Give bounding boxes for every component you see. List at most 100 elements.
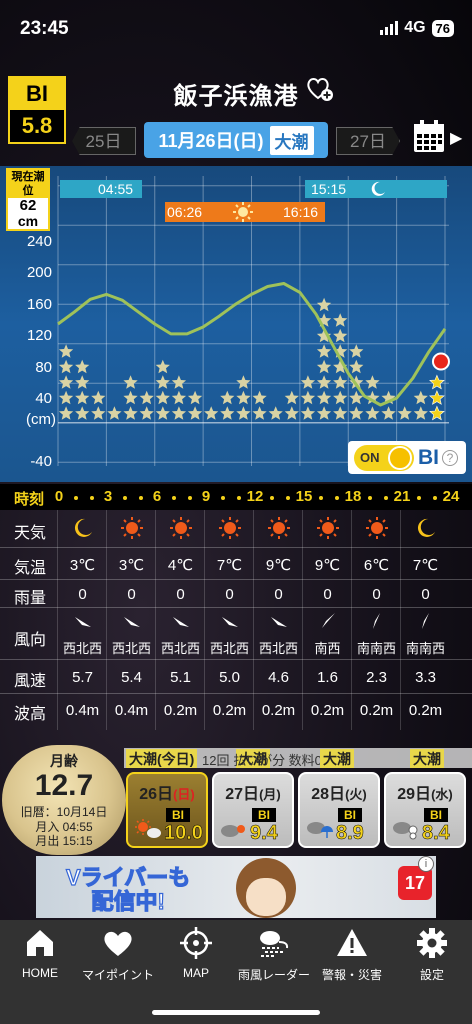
temperature-cell: 9℃	[314, 557, 341, 574]
status-time: 23:45	[20, 18, 69, 39]
bi-star	[316, 344, 332, 358]
bi-star	[349, 406, 364, 420]
bi-star	[236, 375, 251, 389]
crosshair-icon	[180, 927, 212, 959]
tab-label: 設定	[419, 968, 444, 982]
bi-star	[155, 390, 170, 405]
wind-speed-cell: 2.3	[366, 669, 387, 686]
ad-text: Vライバーも 配信中!	[65, 865, 191, 914]
prev-date-button[interactable]: 25日	[72, 127, 136, 155]
rain-cell: 0	[225, 586, 234, 603]
current-tide-indicator: 現在潮位 62 cm	[6, 168, 50, 231]
day-card[interactable]: 29日(水) BI 8.4	[384, 772, 466, 848]
rain-cell: 0	[274, 586, 283, 603]
tab-warning[interactable]: 警報・災害	[312, 926, 392, 983]
bi-star	[429, 374, 445, 390]
tab-map[interactable]: MAP	[156, 926, 236, 980]
home-indicator	[152, 1010, 320, 1015]
battery-icon: 76	[431, 19, 454, 37]
rain-label: 雨量	[14, 590, 47, 607]
y-tick-label: 240	[26, 233, 52, 250]
rain-cell: 0	[78, 586, 87, 603]
bi-star	[333, 375, 348, 389]
day-card-date: 28日(火)	[311, 786, 367, 803]
day-card-today[interactable]: 26日(日) BI 10.0	[126, 772, 208, 848]
ad-banner[interactable]: Vライバーも 配信中! 17	[36, 856, 436, 918]
arrow-icon	[322, 613, 335, 628]
wind-speed-row: 風速 5.7 5.4 5.1 5.0 4.6 1.6 2.3 3.3	[0, 660, 472, 694]
wind-speed-label: 風速	[14, 673, 47, 690]
news-ticker[interactable]: 大潮(今日) 大潮 12回 払いが分 数料0 大潮 大潮	[124, 748, 472, 768]
wave-cell: 0.4m	[114, 702, 149, 719]
bi-toggle-switch[interactable]: ON	[354, 444, 414, 471]
date-navigator: 25日 11月26日(日) 大潮 27日	[0, 122, 472, 158]
bi-star	[171, 406, 187, 420]
sun-icon	[205, 516, 254, 544]
day-card[interactable]: 27日(月) BI 9.4	[212, 772, 294, 848]
day-card-date: 27日(月)	[225, 786, 281, 803]
day-card[interactable]: 28日(火) BI 8.9	[298, 772, 380, 848]
bi-star	[58, 359, 74, 374]
home-icon	[27, 930, 53, 956]
wind-speed-cell: 3.3	[415, 669, 436, 686]
bi-toggle[interactable]: ON BI ?	[348, 441, 466, 474]
wind-direction-cell: 南南西	[405, 641, 445, 656]
moon-bar: 04:55	[60, 180, 142, 198]
bi-star	[155, 359, 170, 374]
bi-star	[397, 406, 412, 420]
wind-speed-cell: 5.7	[72, 669, 93, 686]
tab-mypoint[interactable]: マイポイント	[78, 926, 158, 983]
calendar-icon[interactable]	[413, 120, 445, 154]
heart-plus-icon[interactable]	[305, 74, 335, 104]
tab-home[interactable]: HOME	[0, 926, 80, 980]
bi-star	[187, 406, 203, 420]
wind-speed-cell: 5.4	[121, 669, 142, 686]
tab-radar[interactable]: 雨風レーダー	[234, 926, 314, 983]
bi-star	[429, 405, 445, 421]
bi-star	[365, 375, 380, 389]
temperature-cell: 9℃	[265, 557, 292, 574]
hours-row: 時刻 0 3 6 9 12 15 18 21 24	[0, 484, 472, 510]
tab-label: 警報・災害	[321, 968, 382, 982]
sunset-time: 16:16	[283, 204, 319, 220]
tab-settings[interactable]: 設定	[392, 926, 472, 983]
moon-age-label: 月齢	[50, 753, 78, 769]
y-tick-label: 40	[35, 390, 52, 407]
chevron-right-icon[interactable]: ▶	[450, 128, 462, 148]
bi-star	[268, 406, 283, 420]
temperature-cell: 7℃	[216, 557, 243, 574]
hour-tick: 3	[103, 488, 113, 505]
sun-bar: 06:26 16:16	[165, 202, 325, 222]
warning-icon	[337, 929, 367, 956]
network-label: 4G	[404, 19, 426, 36]
bi-star	[316, 297, 332, 312]
moonrise-info: 月入 04:55	[35, 820, 93, 834]
bi-star	[284, 390, 299, 405]
current-tide-value: 62	[19, 197, 37, 214]
sun-icon	[233, 202, 253, 222]
wind-direction-cell: 西北西	[62, 641, 102, 656]
moon-age-panel[interactable]: 月齢 12.7 旧暦：10月14日 月入 04:55 月出 15:15	[2, 745, 126, 855]
temperature-cell: 4℃	[167, 557, 194, 574]
bi-star	[75, 406, 90, 420]
ad-info-icon[interactable]: i	[418, 856, 434, 872]
day-card-bi-value: 10.0	[164, 822, 203, 845]
wind-direction-cell: 西北西	[258, 641, 298, 656]
bi-star	[236, 390, 251, 405]
heart-icon	[104, 931, 132, 956]
hour-tick: 21	[393, 488, 411, 505]
moon-icon	[371, 181, 385, 196]
bi-star	[204, 406, 219, 420]
day-card-bi-label: BI	[424, 808, 448, 822]
next-date-button[interactable]: 27日	[336, 127, 400, 155]
weather-row: 天気	[0, 510, 472, 548]
sun-icon	[254, 516, 303, 544]
help-icon[interactable]: ?	[442, 449, 458, 466]
port-title: 飯子浜漁港	[173, 83, 299, 110]
ticker-tag: 大潮	[410, 749, 444, 768]
wave-cell: 0.2m	[359, 702, 394, 719]
day-card-date: 26日(日)	[139, 786, 195, 803]
bi-star	[236, 406, 251, 420]
bi-star	[75, 375, 90, 389]
hour-tick: 12	[246, 488, 264, 505]
